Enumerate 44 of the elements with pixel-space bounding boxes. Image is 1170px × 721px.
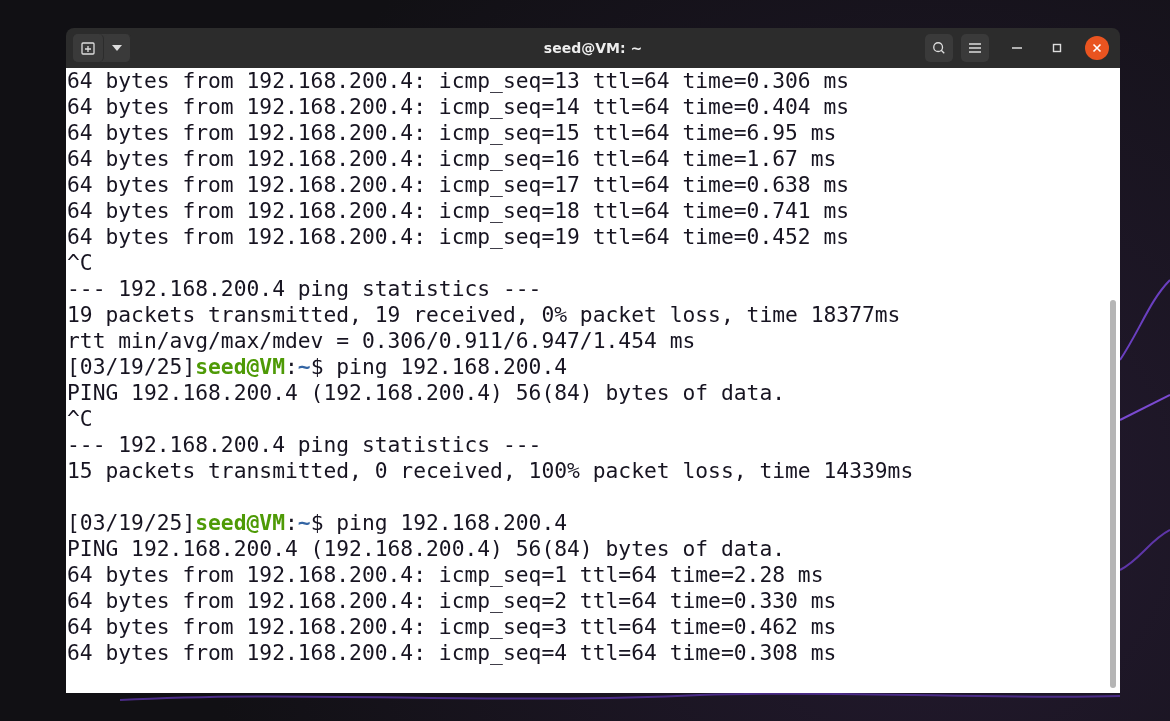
search-button[interactable] [925,34,953,62]
terminal-output-line: --- 192.168.200.4 ping statistics --- [67,276,543,302]
light-streak [1119,394,1170,421]
scrollbar[interactable] [1110,300,1116,688]
light-streak [1119,529,1170,571]
terminal-output-line: 64 bytes from 192.168.200.4: icmp_seq=17 ttl=64 time=0.638 ms [67,172,851,198]
terminal-output-line: PING 192.168.200.4 (192.168.200.4) 56(84) bytes of data. [67,536,787,562]
terminal-output-line: ^C [67,406,94,432]
prompt-date: [03/19/25] [67,510,196,535]
terminal-output-line: 19 packets transmitted, 19 received, 0% packet loss, time 18377ms [67,302,902,328]
prompt-path: ~ [297,354,311,379]
prompt-separator: : [285,354,298,379]
terminal-output-line: 64 bytes from 192.168.200.4: icmp_seq=13 ttl=64 time=0.306 ms [67,68,851,94]
terminal-output-line: 15 packets transmitted, 0 received, 100% packet loss, time 14339ms [67,458,915,484]
terminal-output-line: 64 bytes from 192.168.200.4: icmp_seq=15 ttl=64 time=6.95 ms [67,120,838,146]
close-button[interactable] [1085,36,1109,60]
search-icon [932,40,946,56]
window-title: seed@VM: ~ [543,40,643,56]
terminal-output-line: 64 bytes from 192.168.200.4: icmp_seq=2 ttl=64 time=0.330 ms [67,588,838,614]
prompt-separator: : [285,510,298,535]
terminal-output-line: 64 bytes from 192.168.200.4: icmp_seq=16 ttl=64 time=1.67 ms [67,146,838,172]
terminal-output-line: 64 bytes from 192.168.200.4: icmp_seq=14 ttl=64 time=0.404 ms [67,94,851,120]
terminal-output-line: 64 bytes from 192.168.200.4: icmp_seq=19 ttl=64 time=0.452 ms [67,224,851,250]
terminal-output-line: --- 192.168.200.4 ping statistics --- [67,432,543,458]
prompt-user-host: seed@VM [195,510,285,535]
terminal-output-line: 64 bytes from 192.168.200.4: icmp_seq=3 ttl=64 time=0.462 ms [67,614,838,640]
terminal-output-line: rtt min/avg/max/mdev = 0.306/0.911/6.947/1.454 ms [67,328,697,354]
terminal-output-line: 64 bytes from 192.168.200.4: icmp_seq=4 ttl=64 time=0.308 ms [67,640,838,666]
caret-icon [111,44,123,52]
prompt-command: $ ping 192.168.200.4 [310,510,568,535]
prompt-user-host: seed@VM [195,354,285,379]
minimize-icon [1012,47,1022,49]
terminal-output-line: ^C [67,250,94,276]
maximize-icon [1052,43,1062,53]
prompt-command: $ ping 192.168.200.4 [310,354,568,379]
terminal-output-line: 64 bytes from 192.168.200.4: icmp_seq=18 ttl=64 time=0.741 ms [67,198,851,224]
prompt-date: [03/19/25] [67,354,196,379]
close-icon [1092,43,1102,53]
new-tab-icon [80,40,96,56]
terminal-output-line: 64 bytes from 192.168.200.4: icmp_seq=1 ttl=64 time=2.28 ms [67,562,825,588]
prompt-path: ~ [297,510,311,535]
menu-button[interactable] [961,34,989,62]
terminal-output-line: PING 192.168.200.4 (192.168.200.4) 56(84) bytes of data. [67,380,787,406]
menu-icon [968,42,982,54]
